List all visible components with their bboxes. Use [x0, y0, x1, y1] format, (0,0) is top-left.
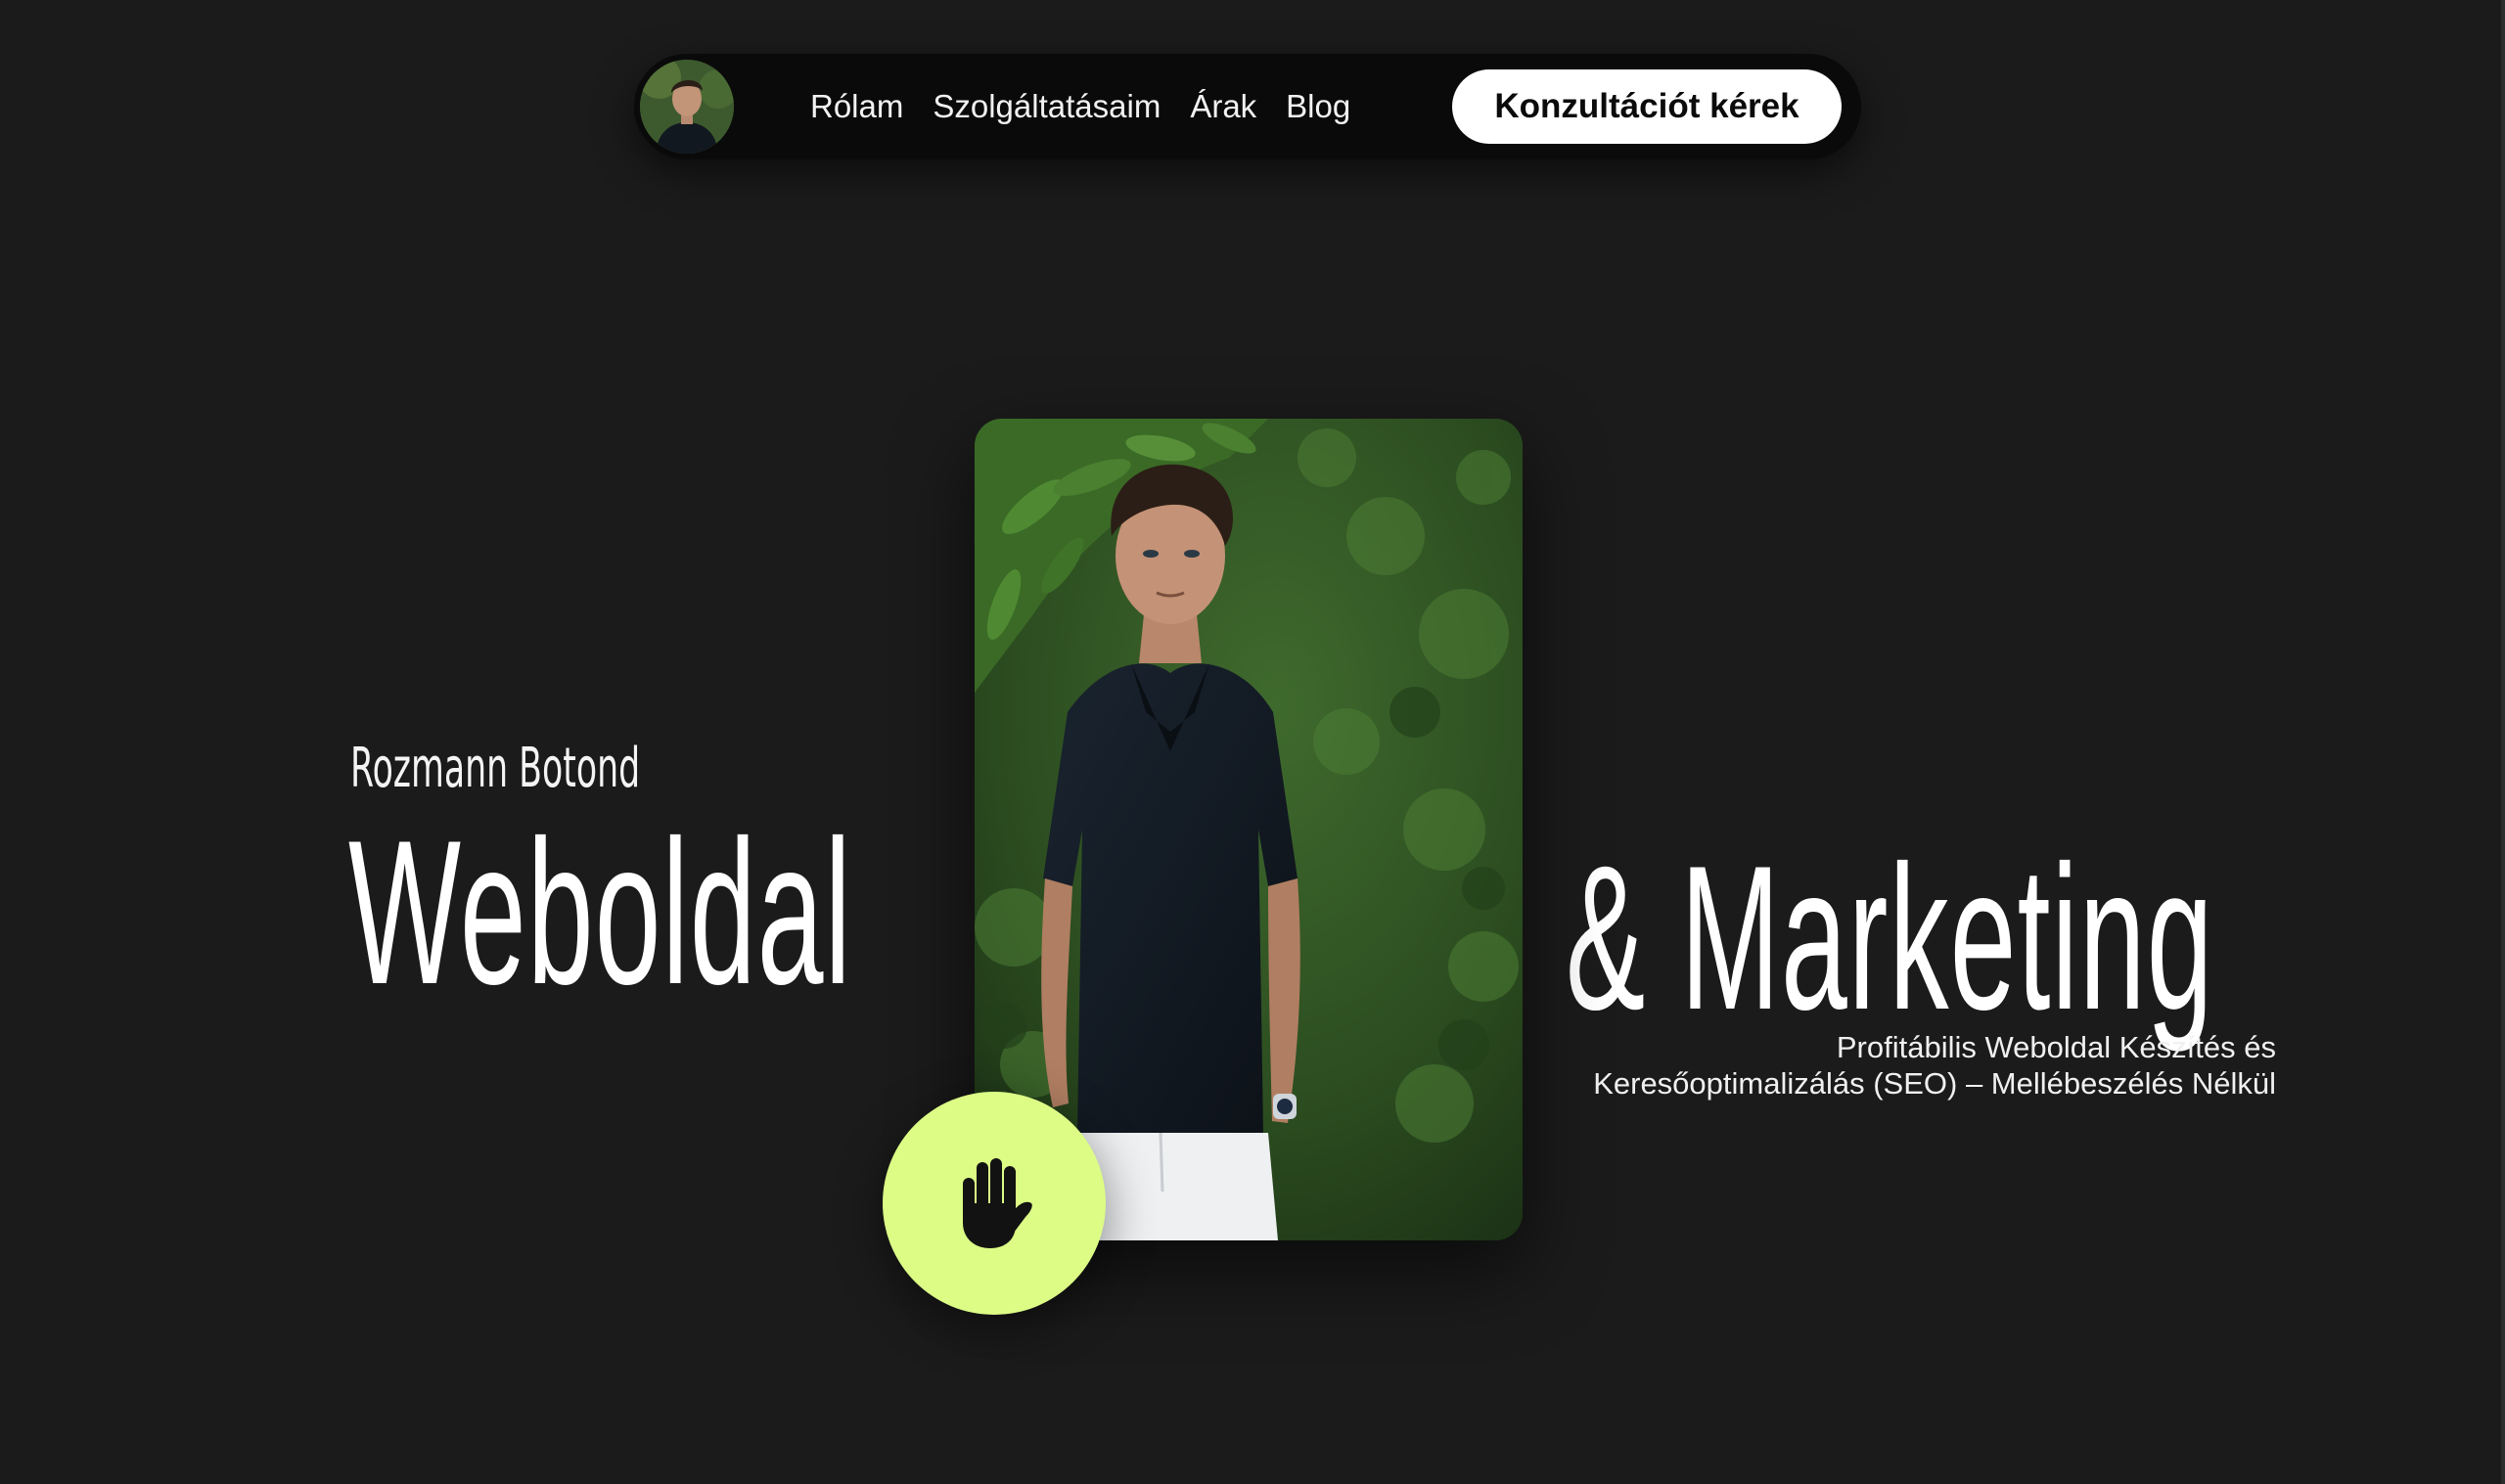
nav-avatar[interactable] [640, 60, 734, 154]
hero-headline-left: Weboldal [348, 797, 852, 1027]
avatar-portrait-image [640, 60, 734, 154]
nav-link-rolam[interactable]: Rólam [810, 88, 903, 125]
hero-name: Rozmann Botond [350, 737, 641, 800]
hero-subtitle: Profitábilis Weboldal Készítés és Kereső… [1468, 1029, 2276, 1102]
waving-hand-icon [963, 1158, 1032, 1248]
top-navigation: Rólam Szolgáltatásaim Árak Blog Konzultá… [634, 54, 1861, 159]
hero-headline-right: & Marketing [1566, 823, 2214, 1053]
consultation-button[interactable]: Konzultációt kérek [1452, 69, 1842, 144]
nav-link-blog[interactable]: Blog [1286, 88, 1350, 125]
hero-subtitle-line-2: Keresőoptimalizálás (SEO) – Mellébeszélé… [1593, 1066, 2276, 1101]
page: Rólam Szolgáltatásaim Árak Blog Konzultá… [0, 0, 2505, 1484]
nav-links: Rólam Szolgáltatásaim Árak Blog [810, 54, 1350, 159]
hero-subtitle-line-1: Profitábilis Weboldal Készítés és [1836, 1030, 2276, 1064]
nav-link-arak[interactable]: Árak [1190, 88, 1256, 125]
scrollbar-edge [2501, 0, 2505, 1484]
wave-button[interactable] [883, 1092, 1106, 1315]
nav-link-szolgaltatasaim[interactable]: Szolgáltatásaim [933, 88, 1161, 125]
